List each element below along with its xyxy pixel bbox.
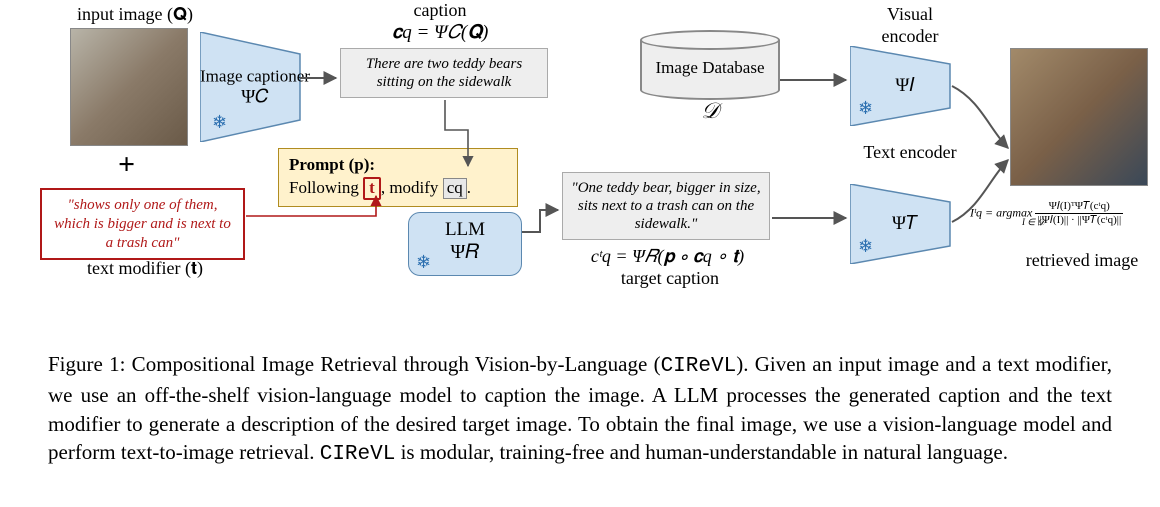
prompt-box: Prompt (p): Following t, modify cq.	[278, 148, 518, 207]
visual-encoder-label-top: Visual encoder	[860, 4, 960, 47]
input-image-label: input image (𝐐)	[60, 4, 210, 26]
snowflake-icon: ❄	[858, 236, 873, 257]
figure-acronym: CIReVL	[320, 443, 396, 466]
image-database-symbol: 𝒟	[620, 98, 800, 124]
prompt-word-modify: modify	[389, 178, 438, 197]
target-caption-box: "One teddy bear, bigger in size, sits ne…	[562, 172, 770, 240]
prompt-label: Prompt (p):	[289, 155, 507, 175]
retrieved-image-label: retrieved image	[1012, 250, 1152, 272]
caption-formula: 𝐜q = Ψ𝐶(𝐐)	[355, 22, 525, 45]
image-captioner-symbol: Ψ𝐶	[241, 86, 269, 107]
retrieved-image	[1010, 48, 1148, 186]
generated-caption-box: There are two teddy bears sitting on the…	[340, 48, 548, 98]
prompt-word-following: Following	[289, 178, 359, 197]
input-image	[70, 28, 188, 146]
snowflake-icon: ❄	[416, 252, 431, 273]
prompt-cq-chip: cq	[443, 178, 467, 199]
figure-caption-lead: Figure 1: Compositional Image Retrieval …	[48, 352, 661, 376]
figure-acronym: CIReVL	[661, 355, 737, 378]
image-database-title: Image Database	[655, 58, 764, 77]
target-caption-label: target caption	[600, 268, 740, 290]
visual-encoder-symbol: Ψ𝐼	[895, 75, 914, 96]
prompt-t-chip: t	[363, 177, 381, 200]
snowflake-icon: ❄	[858, 98, 873, 119]
prompt-body: Following t, modify cq.	[289, 177, 507, 200]
image-captioner-title: Image captioner	[200, 66, 310, 85]
retrieval-equation: Iᵗq = argmax Ψ𝐼(I)ᵀΨ𝑇(cᵗq)||Ψ𝐼(I)|| · ||…	[970, 200, 1160, 238]
text-encoder-label-top: Text encoder	[860, 142, 960, 164]
text-modifier-box: "shows only one of them, which is bigger…	[40, 188, 245, 260]
plus-icon: +	[118, 148, 135, 182]
text-encoder-symbol: Ψ𝑇	[892, 213, 918, 234]
figure-caption: Figure 1: Compositional Image Retrieval …	[48, 350, 1112, 469]
pipeline-diagram: input image (𝐐) + "shows only one of the…	[0, 0, 1160, 340]
image-database: Image Database 𝒟	[620, 30, 800, 124]
target-caption-formula: cᵗq = Ψ𝑅(𝐩 ∘ 𝐜q ∘ 𝐭)	[560, 246, 775, 268]
figure-caption-body2: is modular, training-free and human-unde…	[395, 440, 1008, 464]
caption-heading: caption	[355, 0, 525, 22]
text-modifier-label: text modifier (𝐭)	[65, 258, 225, 280]
llm-title: LLM	[409, 219, 521, 241]
snowflake-icon: ❄	[212, 112, 227, 133]
